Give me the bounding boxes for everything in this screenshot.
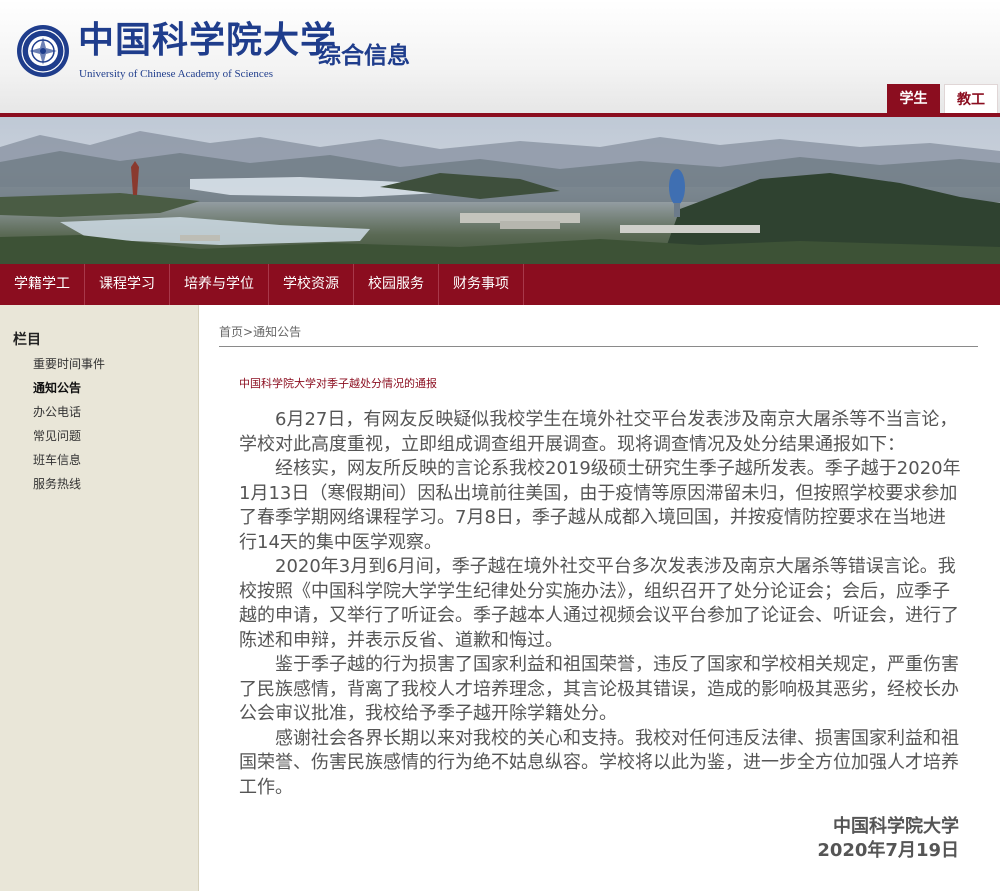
article-paragraph: 2020年3月到6月间，季子越在境外社交平台多次发表涉及南京大屠杀等错误言论。我… <box>239 556 959 651</box>
nav-item-student-affairs[interactable]: 学籍学工 <box>0 264 85 305</box>
article-paragraph: 鉴于季子越的行为损害了国家利益和祖国荣誉，违反了国家和学校相关规定，严重伤害了民… <box>239 654 959 724</box>
nav-item-finance[interactable]: 财务事项 <box>439 264 524 305</box>
site-header: 中国科学院大学 University of Chinese Academy of… <box>0 0 1000 115</box>
article-title: 中国科学院大学对季子越处分情况的通报 <box>239 377 437 390</box>
sidebar-heading: 栏目 <box>13 332 41 348</box>
breadcrumb-home[interactable]: 首页 <box>219 325 243 339</box>
article-paragraph: 经核实，网友所反映的言论系我校2019级硕士研究生季子越所发表。季子越于2020… <box>239 458 961 553</box>
sidebar-item-notices[interactable]: 通知公告 <box>33 379 105 403</box>
signature-date: 2020年7月19日 <box>817 840 959 861</box>
nav-item-courses[interactable]: 课程学习 <box>85 264 170 305</box>
nav-item-training-degree[interactable]: 培养与学位 <box>170 264 269 305</box>
nav-item-school-resources[interactable]: 学校资源 <box>269 264 354 305</box>
main-content: 首页>通知公告 中国科学院大学对季子越处分情况的通报 6月27日，有网友反映疑似… <box>199 305 1000 891</box>
breadcrumb-current[interactable]: 通知公告 <box>253 325 301 339</box>
campus-banner-image <box>0 117 1000 264</box>
article-paragraph: 感谢社会各界长期以来对我校的关心和支持。我校对任何违反法律、损害国家利益和祖国荣… <box>239 727 959 798</box>
sidebar: 栏目 重要时间事件 通知公告 办公电话 常见问题 班车信息 服务热线 <box>0 305 199 891</box>
sidebar-item-office-phone[interactable]: 办公电话 <box>33 403 105 427</box>
breadcrumb: 首页>通知公告 <box>219 323 301 340</box>
logo-chinese-name[interactable]: 中国科学院大学 <box>78 18 337 62</box>
breadcrumb-divider <box>219 346 978 347</box>
article-paragraph: 6月27日，有网友反映疑似我校学生在境外社交平台发表涉及南京大屠杀等不当言论，学… <box>239 409 958 455</box>
sidebar-item-important-events[interactable]: 重要时间事件 <box>33 355 105 379</box>
sidebar-item-shuttle-bus[interactable]: 班车信息 <box>33 451 105 475</box>
sidebar-item-service-hotline[interactable]: 服务热线 <box>33 475 105 499</box>
university-emblem-icon[interactable] <box>16 24 70 78</box>
tab-staff[interactable]: 教工 <box>944 84 998 115</box>
nav-item-campus-services[interactable]: 校园服务 <box>354 264 439 305</box>
article-body: 6月27日，有网友反映疑似我校学生在境外社交平台发表涉及南京大屠杀等不当言论，学… <box>239 408 961 800</box>
site-title: 综合信息 <box>318 43 410 69</box>
tab-student[interactable]: 学生 <box>887 84 940 115</box>
logo-english-name[interactable]: University of Chinese Academy of Science… <box>79 68 273 80</box>
sidebar-item-faq[interactable]: 常见问题 <box>33 427 105 451</box>
breadcrumb-separator: > <box>243 325 254 339</box>
main-nav: 学籍学工 课程学习 培养与学位 学校资源 校园服务 财务事项 <box>0 264 1000 305</box>
sidebar-menu: 重要时间事件 通知公告 办公电话 常见问题 班车信息 服务热线 <box>33 355 105 499</box>
signature-organization: 中国科学院大学 <box>833 816 959 837</box>
article-signature: 中国科学院大学 2020年7月19日 <box>817 815 959 863</box>
